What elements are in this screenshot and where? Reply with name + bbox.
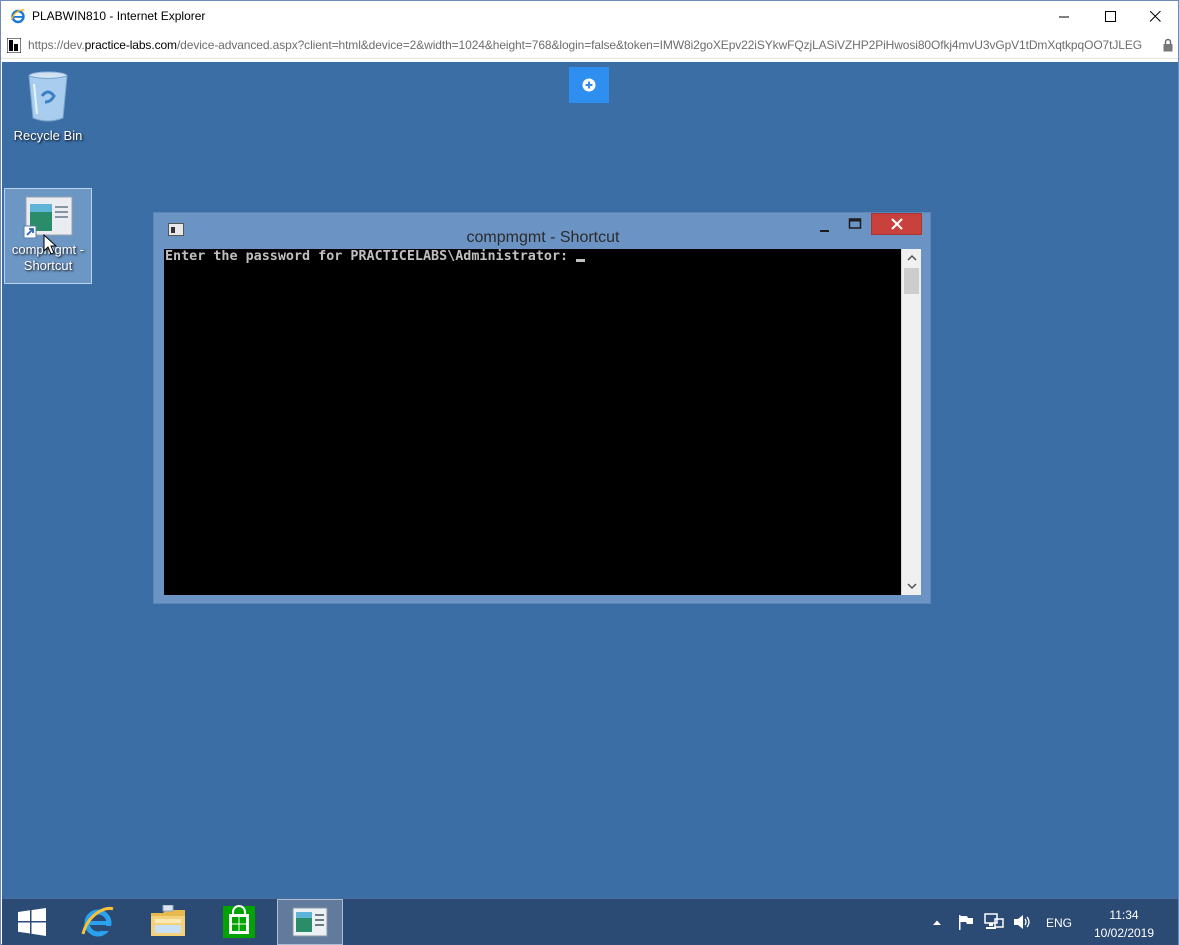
close-icon <box>890 218 903 230</box>
console-scrollbar[interactable] <box>901 249 921 595</box>
url-prefix: https://dev. <box>28 38 85 52</box>
speaker-volume-icon[interactable] <box>1013 914 1031 930</box>
network-icon[interactable] <box>984 913 1004 931</box>
plus-circle-icon <box>582 78 596 92</box>
remote-desktop[interactable]: Recycle Bin compmgmt - Shortcut compmgmt <box>2 62 1178 898</box>
window-title: PLABWIN810 - Internet Explorer <box>32 9 206 23</box>
internet-explorer-icon <box>10 9 25 24</box>
taskbar-file-explorer[interactable] <box>136 899 200 945</box>
site-favicon-icon <box>7 38 21 53</box>
taskbar: ENG 11:34 10/02/2019 <box>2 898 1178 945</box>
start-button[interactable] <box>6 899 58 945</box>
chevron-up-icon <box>906 254 917 261</box>
url-text[interactable]: https://dev.practice-labs.com/device-adv… <box>28 38 1142 52</box>
console-minimize-button[interactable] <box>818 221 832 235</box>
text-cursor <box>576 259 586 262</box>
console-window[interactable]: compmgmt - Shortcut Enter the password f… <box>153 212 931 604</box>
mouse-cursor-icon <box>43 234 57 255</box>
browser-window: PLABWIN810 - Internet Explorer https://d… <box>0 0 1179 945</box>
lock-icon[interactable] <box>1163 38 1173 52</box>
recycle-bin-label: Recycle Bin <box>13 128 83 143</box>
console-output[interactable]: Enter the password for PRACTICELABS\Admi… <box>164 249 921 595</box>
password-prompt: Enter the password for PRACTICELABS\Admi… <box>165 249 577 264</box>
taskbar-store[interactable] <box>207 899 271 945</box>
show-hidden-icons-icon[interactable] <box>932 919 942 926</box>
desktop-icon-recycle-bin[interactable]: Recycle Bin <box>4 68 92 148</box>
console-text-line: Enter the password for PRACTICELABS\Admi… <box>165 249 586 265</box>
maximize-button[interactable] <box>1087 1 1133 32</box>
address-bar[interactable]: https://dev.practice-labs.com/device-adv… <box>1 32 1178 59</box>
file-explorer-icon <box>151 905 185 936</box>
windows-start-icon <box>18 908 46 936</box>
console-window-icon <box>292 907 328 937</box>
chevron-down-icon <box>906 583 917 590</box>
scroll-down-button[interactable] <box>902 578 921 595</box>
url-path: /device-advanced.aspx?client=html&device… <box>176 38 1142 52</box>
close-icon <box>1149 11 1161 22</box>
desktop-icon-compmgmt-shortcut[interactable]: compmgmt - Shortcut <box>4 188 92 284</box>
action-center-flag-icon[interactable] <box>957 914 975 931</box>
taskbar-compmgmt-shortcut[interactable] <box>277 899 343 945</box>
url-domain: practice-labs.com <box>84 38 177 52</box>
remote-toolbar-button[interactable] <box>569 67 609 103</box>
browser-titlebar: PLABWIN810 - Internet Explorer <box>1 1 1178 32</box>
console-close-button[interactable] <box>871 213 922 235</box>
scroll-up-button[interactable] <box>902 249 921 266</box>
console-title: compmgmt - Shortcut <box>466 229 620 246</box>
clock-time: 11:34 <box>1109 908 1139 922</box>
minimize-button[interactable] <box>1041 1 1087 32</box>
maximize-icon <box>1104 11 1116 22</box>
input-language-indicator[interactable]: ENG <box>1046 916 1072 930</box>
store-icon <box>223 905 255 938</box>
internet-explorer-icon <box>81 906 114 937</box>
recycle-bin-icon <box>28 71 68 122</box>
clock-date: 10/02/2019 <box>1093 926 1155 940</box>
minimize-icon <box>1058 16 1069 18</box>
taskbar-internet-explorer[interactable] <box>66 899 130 945</box>
clock[interactable]: 11:34 10/02/2019 <box>1084 906 1164 942</box>
console-maximize-button[interactable] <box>848 217 862 231</box>
close-button[interactable] <box>1132 1 1178 32</box>
scroll-thumb[interactable] <box>904 268 919 294</box>
